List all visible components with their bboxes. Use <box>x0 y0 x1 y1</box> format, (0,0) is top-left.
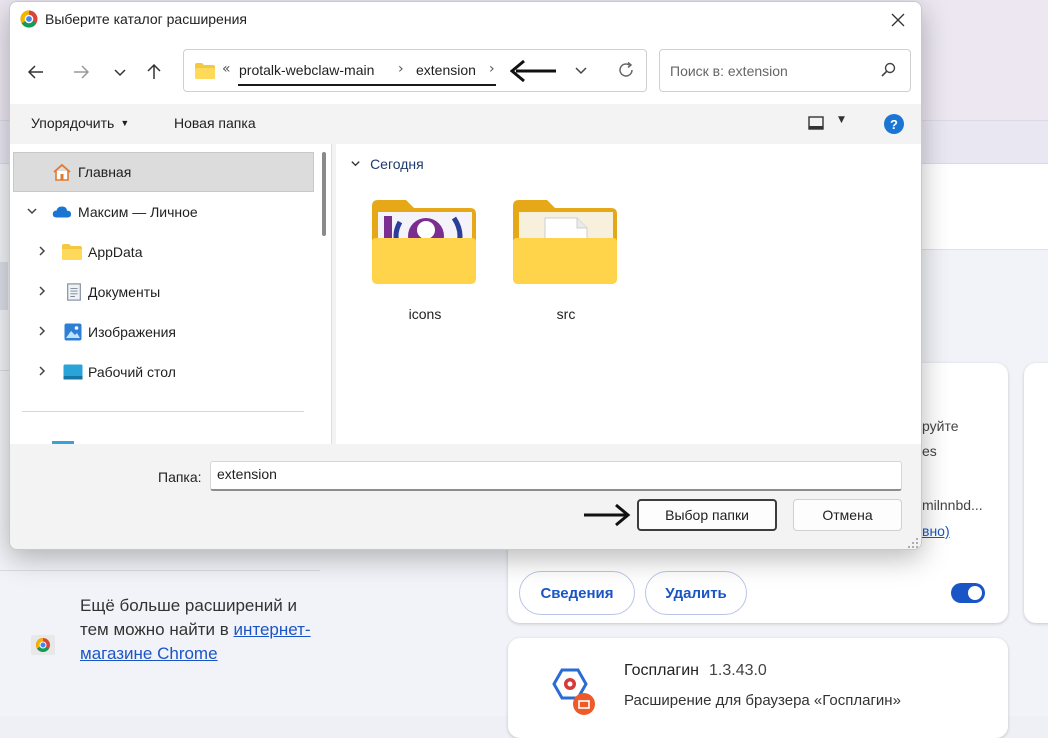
more-extensions-text: Ещё больше расширений и тем можно найти … <box>80 594 320 666</box>
background-sidebar-marker <box>0 262 8 310</box>
close-button[interactable] <box>875 2 921 38</box>
tree-item-home[interactable]: Главная <box>13 152 314 192</box>
address-bar[interactable]: « protalk-webclaw-main › extension › <box>183 49 647 92</box>
background-panel <box>920 164 1048 250</box>
tree-item-label: Главная <box>78 164 132 180</box>
breadcrumb-overflow[interactable]: « <box>222 61 231 77</box>
tree-item-documents[interactable]: Документы <box>10 272 314 312</box>
view-options-icon[interactable] <box>808 116 824 130</box>
tree-item-label: Рабочий стол <box>88 364 176 380</box>
dialog-titlebar: Выберите каталог расширения <box>10 2 921 38</box>
card-text-fragment: руйте <box>922 418 959 434</box>
extension-description: Расширение для браузера «Госплагин» <box>624 692 901 709</box>
details-button[interactable]: Сведения <box>519 571 635 615</box>
organize-label: Упорядочить <box>31 115 115 131</box>
folder-item-icons[interactable]: icons <box>370 198 480 328</box>
scrollbar-thumb[interactable] <box>322 152 326 236</box>
new-folder-button[interactable]: Новая папка <box>174 115 256 131</box>
tree-item-desktop[interactable]: Рабочий стол <box>10 352 314 392</box>
card-text-fragment: es <box>922 443 937 459</box>
tree-item-label: AppData <box>88 244 143 260</box>
forward-button[interactable] <box>67 58 95 86</box>
folder-name: icons <box>408 306 442 322</box>
arrow-up-icon <box>147 63 161 79</box>
home-icon <box>53 163 71 181</box>
dialog-title: Выберите каталог расширения <box>45 11 247 27</box>
tree-item-onedrive[interactable]: Максим — Личное <box>10 192 314 232</box>
breadcrumb-separator[interactable]: › <box>398 61 404 77</box>
chevron-right-icon[interactable] <box>34 285 50 300</box>
folder-name-input[interactable]: extension <box>210 461 902 491</box>
arrow-left-icon <box>27 65 43 79</box>
card-link-fragment[interactable]: вно) <box>922 523 950 539</box>
pictures-icon <box>64 323 82 341</box>
document-icon <box>67 283 81 301</box>
chevron-right-icon[interactable] <box>34 325 50 340</box>
breadcrumb-protalk-webclaw-main[interactable]: protalk-webclaw-main <box>239 62 374 78</box>
dialog-footer: Папка: extension Выбор папки Отмена <box>10 444 921 549</box>
refresh-icon[interactable] <box>616 60 636 80</box>
resize-grip-icon[interactable] <box>907 537 919 549</box>
folder-with-preview-icon <box>372 200 476 284</box>
chevron-down-icon <box>350 160 364 172</box>
chrome-icon <box>20 10 38 28</box>
caret-down-icon: ▼ <box>120 118 130 128</box>
breadcrumb-extension[interactable]: extension <box>416 62 476 78</box>
help-button[interactable]: ? <box>884 114 904 134</box>
group-header-label: Сегодня <box>370 156 424 172</box>
tree-item-label: Изображения <box>88 324 176 340</box>
folder-field-label: Папка: <box>158 469 202 485</box>
folder-item-src[interactable]: src <box>511 198 621 328</box>
annotation-underline <box>238 84 496 86</box>
annotation-arrow-right <box>584 503 631 527</box>
chevron-down-icon <box>114 69 126 77</box>
navigation-pane: Главная Максим — Личное AppData Документ… <box>10 144 332 444</box>
command-bar: Упорядочить ▼ Новая папка ▼ ? <box>10 104 921 144</box>
annotation-arrow-left <box>510 59 556 83</box>
search-placeholder: Поиск в: extension <box>670 63 788 79</box>
tree-item-pictures[interactable]: Изображения <box>10 312 314 352</box>
chevron-right-icon[interactable] <box>34 245 50 260</box>
gosplagin-icon <box>552 668 595 715</box>
remove-button[interactable]: Удалить <box>645 571 747 615</box>
divider <box>0 570 320 571</box>
cloud-icon <box>52 206 72 218</box>
tree-item-label: Максим — Личное <box>78 204 198 220</box>
desktop-icon <box>63 364 83 380</box>
arrow-right-icon <box>74 65 90 79</box>
extension-card <box>1024 363 1048 623</box>
close-icon <box>891 13 905 27</box>
caret-down-icon[interactable]: ▼ <box>838 115 845 125</box>
tree-item-appdata[interactable]: AppData <box>10 232 314 272</box>
card-text-fragment: milnnbd... <box>922 497 983 513</box>
search-box[interactable]: Поиск в: extension <box>659 49 911 92</box>
breadcrumb-separator[interactable]: › <box>489 61 495 77</box>
chevron-down-icon[interactable] <box>24 205 40 220</box>
extension-enable-toggle[interactable] <box>951 583 985 603</box>
divider <box>22 411 304 412</box>
folder-picker-dialog: Выберите каталог расширения « protalk-we… <box>9 1 922 550</box>
folder-icon <box>62 244 82 260</box>
tree-item-label: Документы <box>88 284 161 300</box>
folder-icon <box>195 63 215 79</box>
chevron-right-icon[interactable] <box>34 365 50 380</box>
folder-name: src <box>556 306 576 322</box>
recent-locations-button[interactable] <box>106 58 134 86</box>
file-list-pane: Сегодня icons src <box>336 144 921 444</box>
up-button[interactable] <box>140 58 168 86</box>
extension-title: Госплагин 1.3.43.0 <box>624 662 767 680</box>
back-button[interactable] <box>22 58 50 86</box>
folder-with-file-icon <box>513 200 617 284</box>
select-folder-button[interactable]: Выбор папки <box>637 499 777 531</box>
organize-menu[interactable]: Упорядочить ▼ <box>31 115 129 131</box>
cancel-button[interactable]: Отмена <box>793 499 902 531</box>
chevron-down-icon[interactable] <box>574 63 588 77</box>
search-icon <box>881 62 896 77</box>
extension-version: 1.3.43.0 <box>709 662 767 679</box>
chrome-web-store-icon <box>31 635 55 655</box>
group-header-today[interactable]: Сегодня <box>350 156 424 172</box>
extension-name: Госплагин <box>624 662 699 679</box>
navigation-bar: « protalk-webclaw-main › extension › Пои… <box>10 38 921 104</box>
